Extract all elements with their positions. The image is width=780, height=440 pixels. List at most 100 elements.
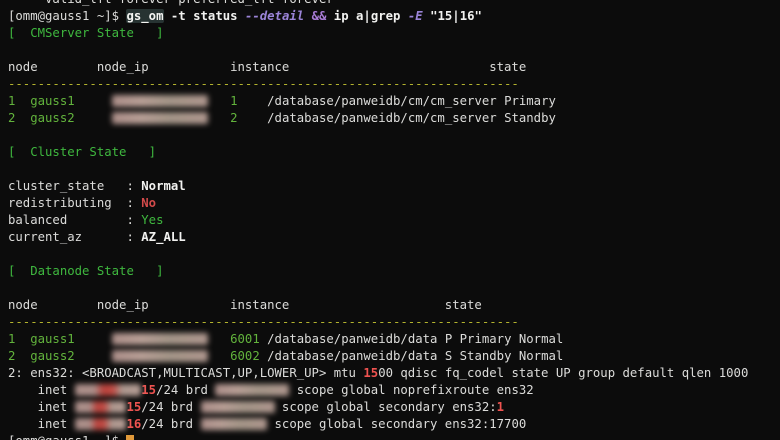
terminal-line: node node_ip instance state [8,59,780,76]
terminal-text: ----------------------------------------… [8,77,519,91]
terminal-text: -t status [163,9,245,23]
terminal-line: 1 gauss1 6001 /database/panweidb/data P … [8,331,780,348]
terminal-text: Yes [141,213,164,227]
terminal-line: cluster_state : Normal [8,178,780,195]
terminal-line: 1 gauss1 1 /database/panweidb/cm/cm_serv… [8,93,780,110]
terminal-text: $ [111,9,120,23]
redacted-text [200,401,275,413]
terminal-text: --detail [244,9,305,23]
terminal-text: Normal [141,179,186,193]
terminal-line: 2: ens32: <BROADCAST,MULTICAST,UP,LOWER_… [8,365,780,382]
terminal-line: inet 15/24 brd scope global noprefixrout… [8,382,780,399]
terminal-text: 1 [230,94,238,108]
redacted-text [111,112,208,124]
terminal-text: 2: ens32: <BROADCAST,MULTICAST,UP,LOWER_… [8,366,364,380]
redacted-text [111,350,208,362]
terminal-text: ip a [326,9,364,23]
terminal-text: 00 qdisc fq_codel state UP group default… [378,366,749,380]
terminal-text: -E [407,9,423,23]
terminal-text: [ CMServer State ] [8,26,164,40]
terminal-text: /database/panweidb/cm/cm_server Standby [267,111,556,125]
terminal-text: 1 gauss1 [8,332,75,346]
terminal-text: /database/panweidb/cm/cm_server Primary [267,94,556,108]
terminal-line: node node_ip instance state [8,297,780,314]
terminal-text: 2 [230,111,238,125]
terminal-text: /database/panweidb/data P Primary Normal [267,332,564,346]
terminal-text: inet [8,383,75,397]
redacted-text [74,401,127,413]
terminal-text: current_az : [8,230,142,244]
terminal-screen[interactable]: valid_lft forever preferred_lft forever [… [0,0,780,440]
terminal-line: [ CMServer State ] [8,25,780,42]
terminal-text: 2 gauss2 [8,111,75,125]
redacted-text [74,418,127,430]
terminal-text: /24 brd [141,400,201,414]
terminal-text: 1 [496,400,505,414]
terminal-text: [omm@gauss1 ~] [8,9,112,23]
terminal-line: [ Cluster State ] [8,144,780,161]
redacted-text [111,333,208,345]
terminal-text: && [311,9,327,23]
terminal-text: valid_lft forever preferred_lft forever [8,0,334,6]
terminal-line: ----------------------------------------… [8,76,780,93]
terminal-text: grep [370,9,408,23]
terminal-line: 2 gauss2 2 /database/panweidb/cm/cm_serv… [8,110,780,127]
terminal-text: /24 brd [141,417,201,431]
terminal-text: 16 [126,417,142,431]
terminal-line: [omm@gauss1 ~]$ [8,433,780,440]
terminal-line: valid_lft forever preferred_lft forever [8,0,780,8]
terminal-text: "15|16" [422,9,482,23]
terminal-text: 15 [363,366,379,380]
terminal-text: | [363,9,371,23]
terminal-text: 6002 [230,349,260,363]
terminal-text: 15 [141,383,157,397]
terminal-text: inet [8,400,75,414]
terminal-text: ----------------------------------------… [8,315,519,329]
terminal-line: inet 16/24 brd scope global secondary en… [8,416,780,433]
terminal-text: [ Cluster State ] [8,145,157,159]
terminal-text: 1 gauss1 [8,94,75,108]
terminal-text: cluster_state : [8,179,142,193]
terminal-text: AZ_ALL [141,230,186,244]
terminal-text: scope global secondary ens32: [267,417,490,431]
terminal-text: scope global secondary ens32: [274,400,497,414]
terminal-text: 17700 [489,417,527,431]
terminal-window: valid_lft forever preferred_lft forever [… [0,0,780,440]
redacted-text [200,418,268,430]
terminal-line: current_az : AZ_ALL [8,229,780,246]
terminal-line: [ Datanode State ] [8,263,780,280]
terminal-text: /database/panweidb/data S Standby Normal [267,349,564,363]
terminal-text: node node_ip instance state [8,298,482,312]
terminal-text: 6001 [230,332,260,346]
terminal-line: inet 15/24 brd scope global secondary en… [8,399,780,416]
redacted-text [111,95,208,107]
terminal-line: redistributing : No [8,195,780,212]
terminal-text: node node_ip instance state [8,60,527,74]
terminal-line: ----------------------------------------… [8,314,780,331]
redacted-text [74,384,142,396]
terminal-text: redistributing : [8,196,142,210]
terminal-text: 15 [126,400,142,414]
terminal-line: [omm@gauss1 ~]$ gs_om -t status --detail… [8,8,780,25]
terminal-line: balanced : Yes [8,212,780,229]
terminal-text: gs_om [126,9,164,23]
terminal-text: [ Datanode State ] [8,264,164,278]
terminal-text: [omm@gauss1 ~]$ [8,434,126,440]
terminal-text: inet [8,417,75,431]
